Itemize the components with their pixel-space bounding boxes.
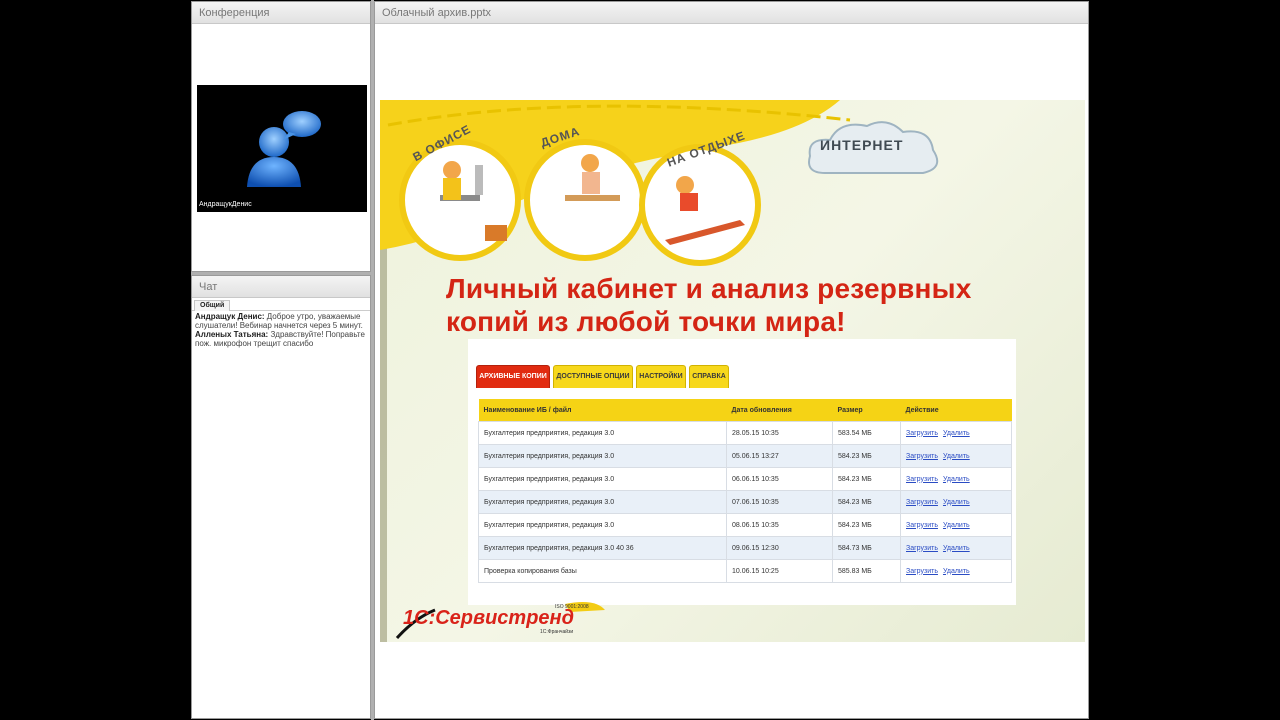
table-row: Бухгалтерия предприятия, редакция 3.0 28.… — [478, 421, 1012, 445]
speaker-avatar-icon — [247, 111, 321, 187]
column-header-action: Действие — [900, 399, 1012, 422]
delete-link[interactable]: Удалить — [943, 430, 970, 437]
cell-name: Бухгалтерия предприятия, редакция 3.0 — [478, 467, 727, 491]
svg-text:1С:Сервистренд: 1С:Сервистренд — [403, 607, 574, 629]
cell-size: 584.23 МБ — [832, 467, 901, 491]
archive-table: Наименование ИБ / файл Дата обновления Р… — [478, 399, 1012, 583]
load-link[interactable]: Загрузить — [906, 522, 938, 529]
company-logo: 1С:Сервистренд ISO 9001:2008 1С:Франчайз… — [395, 602, 605, 640]
cell-name: Проверка копирования базы — [478, 559, 727, 583]
cell-date: 28.05.15 10:35 — [726, 421, 833, 445]
tab-options[interactable]: ДОСТУПНЫЕ ОПЦИИ — [553, 365, 633, 388]
load-link[interactable]: Загрузить — [906, 568, 938, 575]
delete-link[interactable]: Удалить — [943, 476, 970, 483]
table-row: Бухгалтерия предприятия, редакция 3.0 08.… — [478, 513, 1012, 537]
table-row: Бухгалтерия предприятия, редакция 3.0 07.… — [478, 490, 1012, 514]
presentation-slide: ИНТЕРНЕТ В ОФИСЕ ДОМА НА ОТДЫХЕ Личный к… — [380, 100, 1085, 642]
cell-date: 09.06.15 12:30 — [726, 536, 833, 560]
column-header-date: Дата обновления — [726, 399, 833, 422]
delete-link[interactable]: Удалить — [943, 568, 970, 575]
cell-actions: Загрузить Удалить — [900, 559, 1012, 583]
cell-actions: Загрузить Удалить — [900, 467, 1012, 491]
delete-link[interactable]: Удалить — [943, 545, 970, 552]
cabinet-screenshot: АРХИВНЫЕ КОПИИ ДОСТУПНЫЕ ОПЦИИ НАСТРОЙКИ… — [468, 339, 1016, 605]
cell-size: 585.83 МБ — [832, 559, 901, 583]
slide-title-line: копий из любой точки мира! — [446, 306, 846, 337]
conference-panel-title: Конференция — [192, 2, 370, 24]
load-link[interactable]: Загрузить — [906, 545, 938, 552]
tab-help[interactable]: СПРАВКА — [689, 365, 729, 388]
column-header-name: Наименование ИБ / файл — [478, 399, 727, 422]
slide-title: Личный кабинет и анализ резервных копий … — [446, 272, 1066, 338]
cell-size: 584.23 МБ — [832, 490, 901, 514]
chat-tabs: Общий — [192, 299, 370, 311]
conference-panel: Конференция АндращукДенис — [191, 1, 371, 272]
table-header-row: Наименование ИБ / файл Дата обновления Р… — [478, 399, 1012, 422]
table-row: Проверка копирования базы 10.06.15 10:25 5… — [478, 559, 1012, 583]
participant-name: АндращукДенис — [199, 201, 252, 208]
cell-size: 584.23 МБ — [832, 444, 901, 468]
cell-size: 583.54 МБ — [832, 421, 901, 445]
cell-name: Бухгалтерия предприятия, редакция 3.0 40… — [478, 536, 727, 560]
load-link[interactable]: Загрузить — [906, 499, 938, 506]
svg-text:1С:Франчайзи: 1С:Франчайзи — [540, 628, 573, 635]
slide-title-line: Личный кабинет и анализ резервных — [446, 273, 972, 304]
cell-date: 10.06.15 10:25 — [726, 559, 833, 583]
tab-archives[interactable]: АРХИВНЫЕ КОПИИ — [476, 365, 550, 388]
cell-name: Бухгалтерия предприятия, редакция 3.0 — [478, 444, 727, 468]
chat-message: Андращук Денис: Доброе утро, уважаемые с… — [195, 312, 367, 330]
cell-date: 08.06.15 10:35 — [726, 513, 833, 537]
document-panel: Облачный архив.pptx ИНТЕРНЕТ В ОФИСЕ ДОМ… — [374, 1, 1089, 719]
chat-message-author: Алленых Татьяна: — [195, 330, 269, 339]
delete-link[interactable]: Удалить — [943, 453, 970, 460]
cell-date: 05.06.15 13:27 — [726, 444, 833, 468]
banner-illustration — [380, 100, 851, 266]
cell-date: 07.06.15 10:35 — [726, 490, 833, 514]
chat-message: Алленых Татьяна: Здравствуйте! Поправьте… — [195, 330, 367, 348]
cell-name: Бухгалтерия предприятия, редакция 3.0 — [478, 513, 727, 537]
cell-date: 06.06.15 10:35 — [726, 467, 833, 491]
cell-name: Бухгалтерия предприятия, редакция 3.0 — [478, 421, 727, 445]
load-link[interactable]: Загрузить — [906, 476, 938, 483]
cell-actions: Загрузить Удалить — [900, 536, 1012, 560]
delete-link[interactable]: Удалить — [943, 522, 970, 529]
cell-actions: Загрузить Удалить — [900, 444, 1012, 468]
chat-panel: Чат Общий Андращук Денис: Доброе утро, у… — [191, 275, 371, 719]
cell-size: 584.73 МБ — [832, 536, 901, 560]
chat-messages: Андращук Денис: Доброе утро, уважаемые с… — [195, 312, 367, 348]
cell-actions: Загрузить Удалить — [900, 490, 1012, 514]
load-link[interactable]: Загрузить — [906, 453, 938, 460]
cell-actions: Загрузить Удалить — [900, 513, 1012, 537]
chat-tab-general[interactable]: Общий — [194, 300, 231, 311]
video-feed[interactable]: АндращукДенис — [197, 85, 367, 212]
table-row: Бухгалтерия предприятия, редакция 3.0 06.… — [478, 467, 1012, 491]
column-header-size: Размер — [832, 399, 901, 422]
chat-message-author: Андращук Денис: — [195, 312, 265, 321]
cell-actions: Загрузить Удалить — [900, 421, 1012, 445]
banner-internet-label: ИНТЕРНЕТ — [820, 137, 904, 153]
load-link[interactable]: Загрузить — [906, 430, 938, 437]
svg-text:ISO 9001:2008: ISO 9001:2008 — [555, 604, 589, 610]
chat-panel-title: Чат — [192, 276, 370, 298]
delete-link[interactable]: Удалить — [943, 499, 970, 506]
table-row: Бухгалтерия предприятия, редакция 3.0 05.… — [478, 444, 1012, 468]
table-row: Бухгалтерия предприятия, редакция 3.0 40… — [478, 536, 1012, 560]
cell-name: Бухгалтерия предприятия, редакция 3.0 — [478, 490, 727, 514]
tab-settings[interactable]: НАСТРОЙКИ — [636, 365, 686, 388]
cell-size: 584.23 МБ — [832, 513, 901, 537]
document-panel-title: Облачный архив.pptx — [375, 2, 1088, 24]
